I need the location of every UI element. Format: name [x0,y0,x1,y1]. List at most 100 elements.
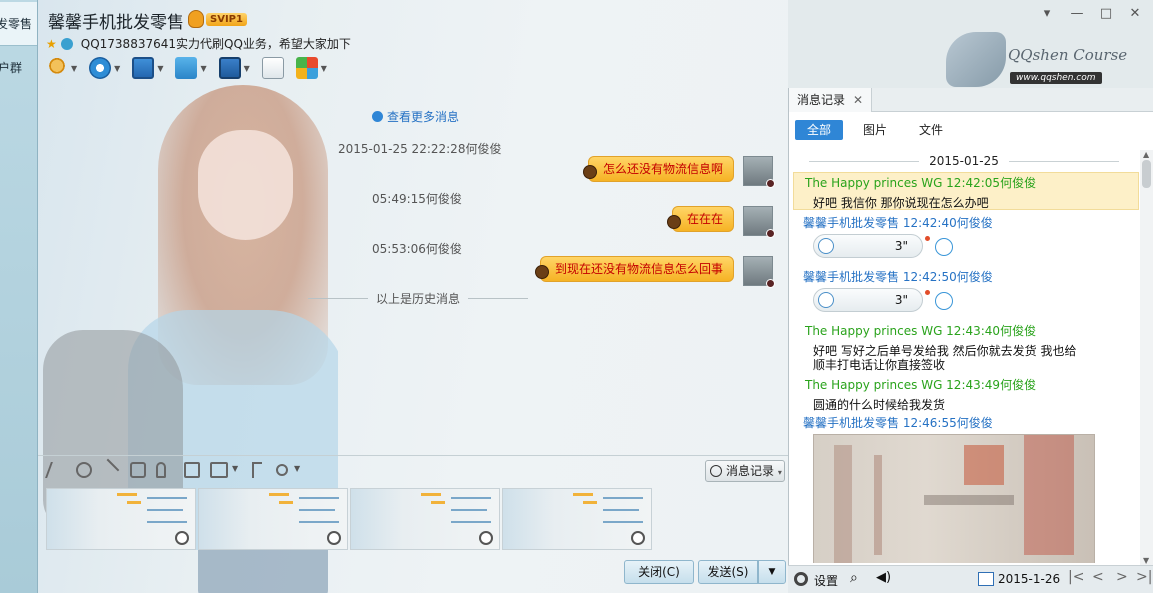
emoji-icon[interactable] [76,462,92,478]
play-icon [818,238,834,254]
chevron-down-icon: ▼ [768,567,776,577]
image-dropdown-arrow[interactable]: ▼ [232,464,238,473]
screenshot-thumbnails [46,488,654,552]
screenshot-scissors-icon[interactable] [276,464,288,476]
calendar-icon[interactable] [978,572,994,586]
voice-message-icon[interactable] [156,462,166,478]
screen-share-icon [132,57,155,79]
conversation-tab-label: 发零售 [0,17,33,31]
chat-bubble[interactable]: 到现在还没有物流信息怎么回事 [534,256,734,282]
voice-to-text-icon[interactable] [935,238,953,256]
sender-avatar[interactable] [743,156,775,188]
next-page-icon[interactable]: > [1116,569,1128,585]
voice-message[interactable]: 3" [813,234,923,258]
screenshot-thumbnail[interactable] [350,488,500,550]
sender-avatar[interactable] [743,206,775,238]
screenshot-thumbnail[interactable] [502,488,652,550]
shipping-receipt-image[interactable] [813,434,1095,563]
filter-images[interactable]: 图片 [851,120,899,140]
record-header: The Happy princes WG 12:43:40何俊俊 [805,324,1037,338]
previous-page-icon[interactable]: < [1092,569,1104,585]
add-app-button[interactable] [261,57,284,79]
remote-desktop-button[interactable]: ▼ [218,57,250,79]
send-options-button[interactable]: ▼ [758,560,786,584]
scissors-small-icon[interactable] [96,458,120,482]
search-icon[interactable]: ⌕ [850,570,858,586]
zoom-icon [479,531,493,545]
emoji-icon [534,265,549,279]
apps-grid-icon [295,57,318,79]
chat-main-area: 馨馨手机批发零售 SVIP1 ★ QQ1738837641实力代刷QQ业务，希望… [38,0,788,593]
vip-badge[interactable]: SVIP1 [188,10,247,28]
apps-grid-button[interactable]: ▼ [295,57,327,79]
voice-to-text-icon[interactable] [935,292,953,310]
record-header: 馨馨手机批发零售 12:42:40何俊俊 [803,216,993,230]
first-page-icon[interactable]: |< [1068,569,1084,585]
screenshot-dropdown-arrow[interactable]: ▼ [294,464,300,473]
screen-share-button[interactable]: ▼ [132,57,163,79]
chat-bubble[interactable]: 怎么还没有物流信息啊 [582,156,734,182]
clock-icon [710,465,722,477]
record-header: The Happy princes WG 12:42:05何俊俊 [805,176,1037,190]
screenshot-thumbnail[interactable] [46,488,196,550]
window-menu-button[interactable]: ▾ [1038,6,1056,21]
close-window-button[interactable]: ✕ [1126,6,1144,21]
svip-badge-label: SVIP1 [206,12,247,26]
voice-message[interactable]: 3" [813,288,923,312]
close-icon[interactable]: ✕ [853,93,863,107]
view-more-messages-label: 查看更多消息 [387,110,460,124]
music-icon[interactable] [252,462,262,478]
dragon-logo-icon [946,32,1006,87]
message-record-button[interactable]: 消息记录 ▾ [705,460,785,482]
star-icon: ★ [46,36,57,51]
camera-icon [89,57,112,79]
conversation-tab-1[interactable]: 发零售 [0,2,37,46]
clock-icon [372,111,383,122]
send-button[interactable]: 发送(S) [698,560,758,584]
message-record-tab-label: 消息记录 [797,93,846,107]
file-transfer-button[interactable]: ▼ [175,57,207,79]
sender-avatar[interactable] [743,256,775,288]
zoom-icon [175,531,189,545]
message-timestamp: 05:53:06何俊俊 [372,242,462,256]
edit-icon[interactable] [184,462,200,478]
unread-dot [925,290,930,295]
signature-text: QQ1738837641实力代刷QQ业务，希望大家加下 [80,37,351,51]
chat-bubble[interactable]: 在在在 [666,206,734,232]
filter-files[interactable]: 文件 [907,120,955,140]
history-divider: 以上是历史消息 [308,290,529,307]
screenshot-thumbnail[interactable] [198,488,348,550]
scroll-down-icon[interactable]: ▼ [1143,556,1149,565]
play-icon [818,292,834,308]
qq-penguin-icon [188,10,204,28]
maximize-button[interactable]: □ [1097,6,1115,21]
gear-icon[interactable] [794,572,808,586]
font-icon[interactable] [45,462,67,478]
emoji-icon [666,215,681,229]
scroll-up-icon[interactable]: ▲ [1143,150,1149,159]
close-button[interactable]: 关闭(C) [624,560,694,584]
scrollbar-thumb[interactable] [1142,160,1151,188]
shake-icon[interactable] [130,462,146,478]
conversation-tab-2[interactable]: 户群 [0,46,37,90]
last-page-icon[interactable]: >| [1136,569,1152,585]
remote-desktop-icon [218,57,241,79]
message-record-tab[interactable]: 消息记录 ✕ [789,88,873,112]
view-more-messages-link[interactable]: 查看更多消息 [372,108,459,125]
zoom-icon [327,531,341,545]
record-text: 圆通的什么时候给我发货 [813,398,946,412]
speaker-icon[interactable]: ◀) [876,570,891,585]
message-record-label: 消息记录 [726,464,775,478]
minimize-button[interactable]: — [1068,6,1086,21]
voice-call-button[interactable]: ▼ [46,57,77,79]
conversation-tab-label: 户群 [0,61,23,75]
input-toolbar: ▼ ▼ 消息记录 ▾ [38,455,788,483]
message-record-scrollbar[interactable]: ▲ ▼ [1140,150,1153,565]
file-transfer-icon [175,57,198,79]
filter-all[interactable]: 全部 [795,120,844,140]
chat-bubble-text: 怎么还没有物流信息啊 [602,162,723,176]
image-icon[interactable] [210,462,228,478]
video-call-button[interactable]: ▼ [89,57,120,79]
message-timestamp: 2015-01-25 22:22:28何俊俊 [338,142,502,156]
settings-label[interactable]: 设置 [814,572,838,589]
